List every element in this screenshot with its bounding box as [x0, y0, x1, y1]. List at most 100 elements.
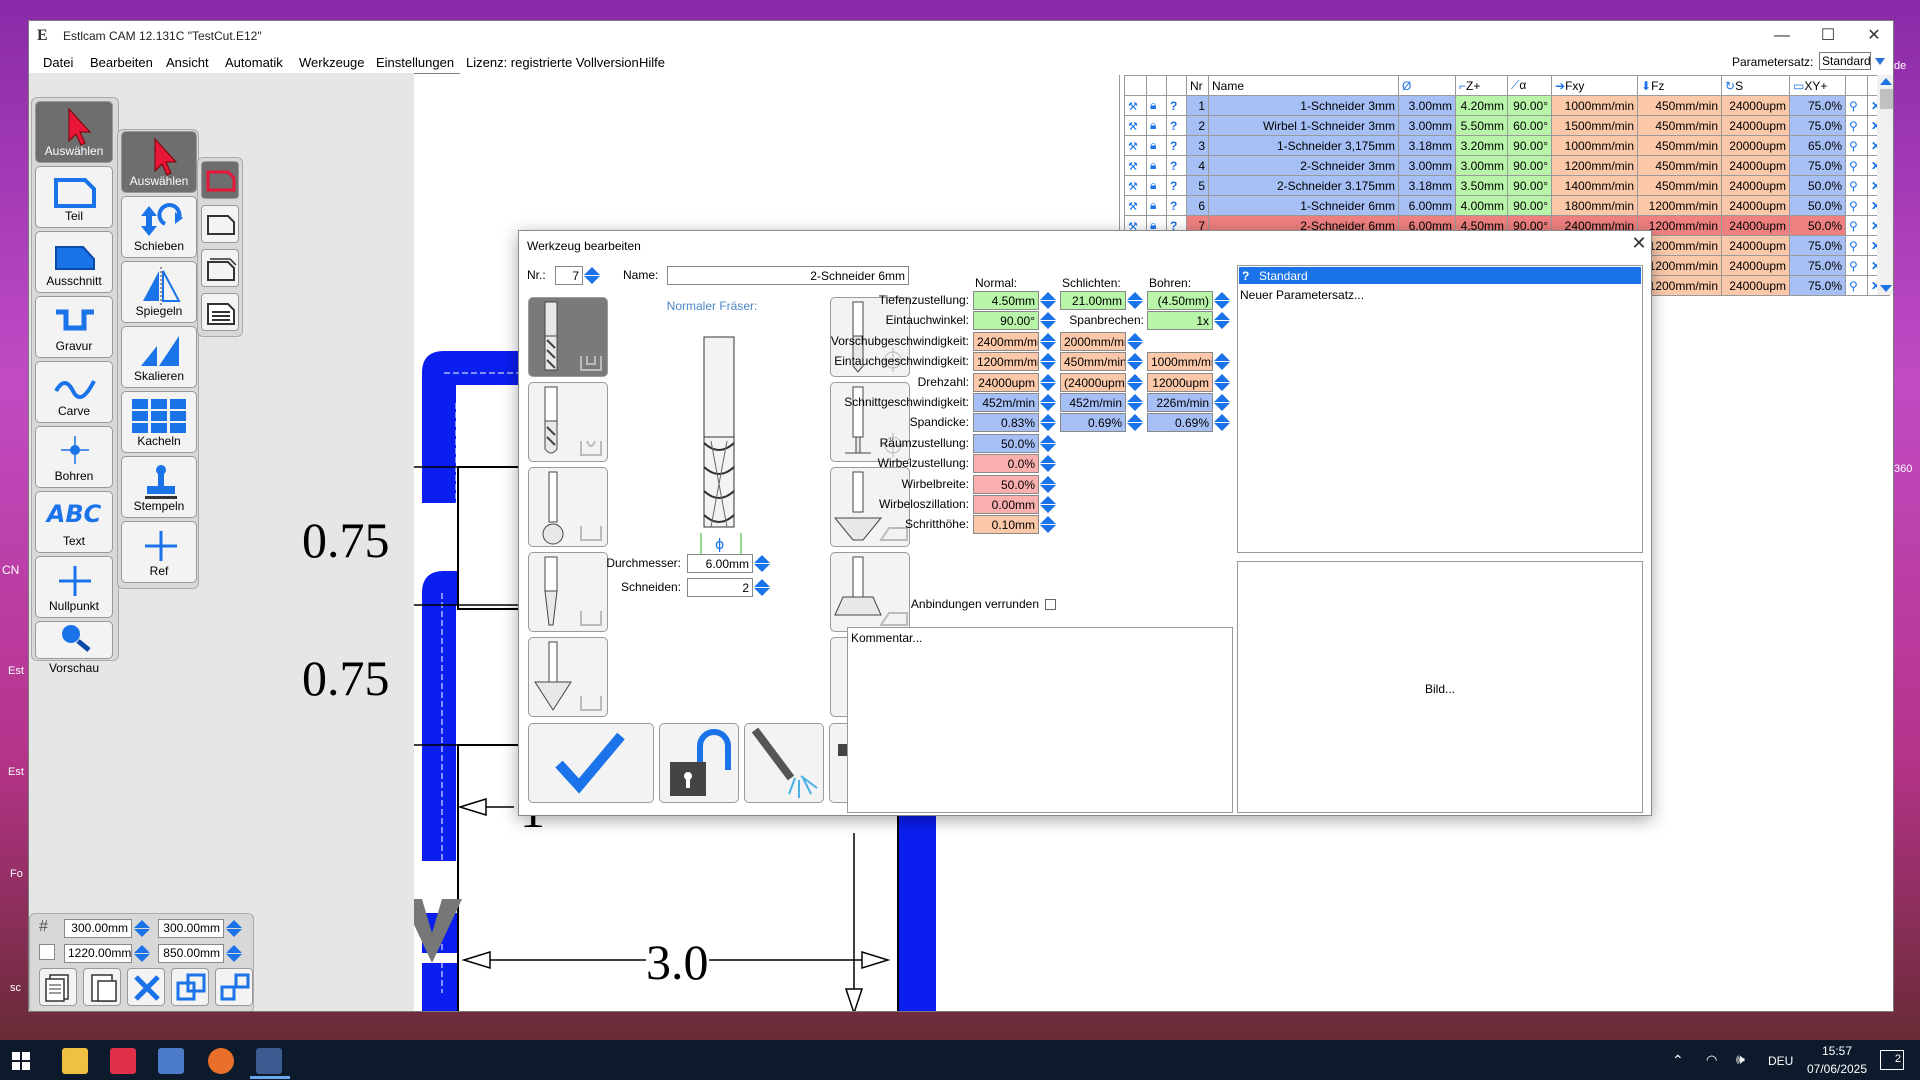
row-s[interactable]: 24000upm [1721, 235, 1790, 256]
wrench-icon[interactable]: ⚒ [1124, 95, 1147, 116]
sheet-width-field[interactable]: 1220.00mm [64, 944, 132, 963]
row-name[interactable]: 1-Schneider 3mm [1208, 95, 1399, 116]
row-s[interactable]: 24000upm [1721, 195, 1790, 216]
app-icon[interactable] [158, 1048, 184, 1074]
param-bohren-field[interactable]: 1x [1147, 311, 1213, 331]
param-normal-field[interactable]: 0.00mm [973, 495, 1039, 514]
row-diameter[interactable]: 3.18mm [1398, 175, 1456, 196]
row-alpha[interactable]: 90.00° [1507, 195, 1552, 216]
param-bohren-field[interactable]: 0.69% [1147, 413, 1213, 433]
row-s[interactable]: 24000upm [1721, 115, 1790, 136]
search-icon[interactable]: ⚲ [1845, 275, 1868, 296]
row-fz[interactable]: 450mm/min [1637, 95, 1722, 116]
tool-cutout[interactable]: Ausschnitt [35, 231, 113, 293]
row-fxy[interactable]: 1000mm/min [1551, 95, 1638, 116]
param-normal-field[interactable]: 0.83% [973, 413, 1039, 433]
tool-type-dovetail[interactable] [830, 552, 910, 632]
param-bohren-field[interactable]: (4.50mm) [1147, 291, 1213, 310]
spin-icon[interactable] [1213, 311, 1231, 330]
lock-icon[interactable]: 🔒︎ [1146, 135, 1167, 156]
col-nr[interactable]: Nr [1186, 75, 1209, 96]
coolant-spray-button[interactable] [744, 723, 824, 803]
row-fz[interactable]: 450mm/min [1637, 135, 1722, 156]
volume-icon[interactable]: 🕪 [1736, 1051, 1745, 1068]
table-row[interactable]: ⚒ 🔒︎? 5 2-Schneider 3.175mm 3.18mm 3.50mm 90.0… [1124, 175, 1890, 196]
wrench-icon[interactable]: ⚒ [1124, 195, 1147, 216]
param-normal-field[interactable]: 24000upm [973, 372, 1039, 392]
row-fz[interactable]: 450mm/min [1637, 155, 1722, 176]
spin-icon[interactable] [1039, 393, 1057, 412]
spin-icon[interactable] [1039, 495, 1057, 514]
help-icon[interactable]: ? [1166, 115, 1187, 136]
row-zplus[interactable]: 4.00mm [1455, 195, 1508, 216]
table-row[interactable]: ⚒ 🔒︎? 3 1-Schneider 3,175mm 3.18mm 3.20mm 90.0… [1124, 135, 1890, 156]
spin-icon[interactable] [225, 919, 243, 938]
row-zplus[interactable]: 4.20mm [1455, 95, 1508, 116]
tool-type-ballnose[interactable] [528, 382, 608, 462]
help-icon[interactable]: ? [1166, 175, 1187, 196]
tool-carve[interactable]: Carve [35, 361, 113, 423]
col-s[interactable]: ↻S [1721, 75, 1790, 96]
tool-ref[interactable]: Ref [121, 521, 197, 583]
spin-icon[interactable] [1126, 373, 1144, 392]
menu-datei[interactable]: Datei [43, 55, 73, 70]
image-box[interactable]: Bild... [1237, 561, 1643, 813]
search-icon[interactable]: ⚲ [1845, 135, 1868, 156]
wrench-icon[interactable]: ⚒ [1124, 135, 1147, 156]
windows-start-icon[interactable] [12, 1052, 30, 1070]
notification-badge[interactable]: 2 [1880, 1050, 1904, 1070]
param-normal-field[interactable]: 0.0% [973, 454, 1039, 474]
search-icon[interactable]: ⚲ [1845, 215, 1868, 236]
param-schlichten-field[interactable]: 2000mm/min [1060, 331, 1126, 351]
spin-icon[interactable] [1126, 352, 1144, 371]
row-alpha[interactable]: 90.00° [1507, 95, 1552, 116]
spin-icon[interactable] [1213, 352, 1231, 371]
search-icon[interactable]: ⚲ [1845, 255, 1868, 276]
tool-move[interactable]: Schieben [121, 196, 197, 258]
row-fxy[interactable]: 1000mm/min [1551, 135, 1638, 156]
menu-ansicht[interactable]: Ansicht [166, 55, 209, 70]
minimize-button[interactable]: — [1759, 21, 1805, 51]
row-xy[interactable]: 50.0% [1789, 195, 1846, 216]
shape-layers-button[interactable] [201, 293, 239, 331]
row-diameter[interactable]: 6.00mm [1398, 195, 1456, 216]
col-name[interactable]: Name [1208, 75, 1399, 96]
spin-icon[interactable] [225, 944, 243, 963]
col-xyplus[interactable]: ▭XY+ [1789, 75, 1846, 96]
param-schlichten-field[interactable]: 452m/min [1060, 393, 1126, 412]
spin-icon[interactable] [1213, 291, 1231, 310]
help-icon[interactable]: ? [1166, 135, 1187, 156]
file-explorer-icon[interactable] [62, 1048, 88, 1074]
sheet-height-field[interactable]: 850.00mm [158, 944, 224, 963]
lock-icon[interactable]: 🔒︎ [1146, 195, 1167, 216]
tool-mirror[interactable]: Spiegeln [121, 261, 197, 323]
row-fxy[interactable]: 1400mm/min [1551, 175, 1638, 196]
menu-hilfe[interactable]: Hilfe [639, 55, 665, 70]
row-s[interactable]: 24000upm [1721, 255, 1790, 276]
row-fz[interactable]: 1200mm/min [1637, 195, 1722, 216]
row-name[interactable]: 2-Schneider 3.175mm [1208, 175, 1399, 196]
wrench-icon[interactable]: ⚒ [1124, 115, 1147, 136]
ok-button[interactable] [528, 723, 654, 803]
param-normal-field[interactable]: 90.00° [973, 311, 1039, 331]
row-alpha[interactable]: 90.00° [1507, 155, 1552, 176]
music-app-icon[interactable] [110, 1048, 136, 1074]
param-schlichten-field[interactable]: 0.69% [1060, 413, 1126, 433]
tool-select-edit[interactable]: Auswählen [121, 131, 197, 193]
row-diameter[interactable]: 3.18mm [1398, 135, 1456, 156]
delete-button[interactable] [127, 968, 165, 1006]
row-xy[interactable]: 75.0% [1789, 115, 1846, 136]
search-icon[interactable]: ⚲ [1845, 175, 1868, 196]
row-xy[interactable]: 75.0% [1789, 155, 1846, 176]
spin-icon[interactable] [583, 266, 601, 285]
dialog-close-button[interactable]: ✕ [1629, 233, 1649, 254]
kommentar-textarea[interactable]: Kommentar... [847, 627, 1233, 813]
tool-type-radius[interactable] [528, 467, 608, 547]
name-field[interactable]: 2-Schneider 6mm [667, 266, 909, 285]
col-fxy[interactable]: ➔Fxy [1551, 75, 1638, 96]
search-icon[interactable]: ⚲ [1845, 115, 1868, 136]
spin-icon[interactable] [1039, 434, 1057, 453]
row-nr[interactable]: 4 [1186, 155, 1209, 176]
row-name[interactable]: 2-Schneider 3mm [1208, 155, 1399, 176]
help-icon[interactable]: ? [1166, 195, 1187, 216]
